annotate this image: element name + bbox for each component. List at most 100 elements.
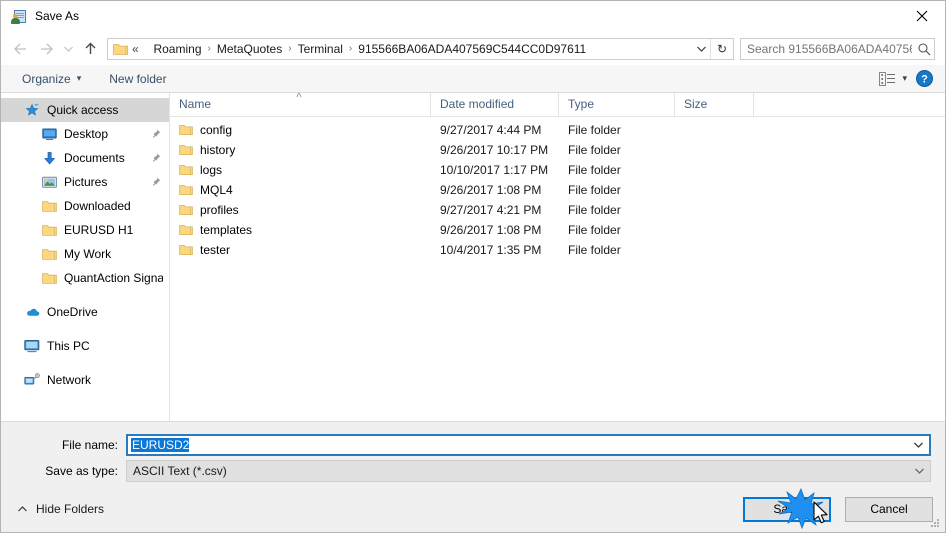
sidebar-item-label: EURUSD H1 (64, 223, 134, 237)
search-box[interactable] (740, 37, 935, 60)
table-row[interactable]: profiles 9/27/2017 4:21 PM File folder (170, 200, 945, 220)
close-button[interactable] (899, 1, 945, 31)
sidebar-item-eurusd-h1[interactable]: EURUSD H1 (1, 218, 169, 242)
hide-folders-label: Hide Folders (36, 502, 105, 516)
dialog-footer: Hide Folders Save Cancel (1, 486, 945, 532)
file-date-cell: 9/26/2017 1:08 PM (440, 223, 542, 237)
table-row[interactable]: tester 10/4/2017 1:35 PM File folder (170, 240, 945, 260)
save-button[interactable]: Save (743, 496, 831, 522)
column-header-name[interactable]: ˄ Name (170, 93, 431, 116)
sidebar-item-label: Pictures (64, 175, 108, 189)
save-form: File name: EURUSD2 Save as type: ASCII T… (1, 421, 945, 486)
breadcrumb-dropdown-button[interactable] (692, 39, 710, 59)
resize-grip-icon[interactable] (931, 519, 941, 529)
sidebar-item-this-pc[interactable]: This PC (1, 334, 169, 358)
folder-icon (179, 224, 193, 236)
cancel-button-label: Cancel (870, 502, 908, 516)
window-title: Save As (35, 9, 80, 23)
save-as-type-label: Save as type: (45, 464, 118, 478)
change-view-button[interactable]: ▾ (875, 70, 911, 88)
pin-icon[interactable] (149, 153, 163, 164)
file-name-label: templates (200, 223, 253, 237)
file-type-cell: File folder (568, 123, 621, 137)
star-pin-icon (24, 102, 40, 118)
sidebar-item-label: Documents (64, 151, 125, 165)
sidebar-item-quick-access[interactable]: Quick access (1, 98, 169, 122)
save-as-dialog: Save As « Roaming › MetaQuotes › Termina… (0, 0, 946, 533)
breadcrumb-separator: › (207, 43, 211, 54)
file-type-cell: File folder (568, 183, 621, 197)
sidebar-item-my-work[interactable]: My Work (1, 242, 169, 266)
breadcrumb-item-roaming[interactable]: Roaming (151, 42, 203, 56)
file-name-label: history (200, 143, 236, 157)
save-as-type-select[interactable]: ASCII Text (*.csv) (126, 460, 931, 482)
breadcrumb-item-instance[interactable]: 915566BA06ADA407569C544CC0D97611 (356, 42, 588, 56)
file-type-cell: File folder (568, 163, 621, 177)
search-icon (914, 42, 934, 56)
sidebar-item-desktop[interactable]: Desktop (1, 122, 169, 146)
file-name-input[interactable]: EURUSD2 (126, 434, 931, 456)
column-header-label: Name (179, 97, 212, 111)
folder-icon (41, 222, 57, 238)
sort-ascending-icon: ˄ (296, 93, 302, 101)
table-row[interactable]: config 9/27/2017 4:44 PM File folder (170, 120, 945, 140)
sidebar-item-documents[interactable]: Documents (1, 146, 169, 170)
save-button-label: Save (773, 502, 801, 516)
file-size-cell (675, 200, 754, 220)
onedrive-icon (24, 304, 40, 320)
pin-icon[interactable] (149, 129, 163, 140)
breadcrumb-item-terminal[interactable]: Terminal (296, 42, 345, 56)
column-header-label: Date modified (440, 97, 515, 111)
sidebar-item-quantaction-signal[interactable]: QuantAction Signal (1, 266, 169, 290)
chevron-down-icon (914, 468, 924, 474)
new-folder-button[interactable]: New folder (102, 69, 173, 89)
table-row[interactable]: logs 10/10/2017 1:17 PM File folder (170, 160, 945, 180)
breadcrumb-overflow[interactable]: « (131, 42, 141, 56)
folder-icon (179, 184, 193, 196)
sidebar-item-onedrive[interactable]: OneDrive (1, 300, 169, 324)
file-size-cell (675, 240, 754, 260)
table-row[interactable]: templates 9/26/2017 1:08 PM File folder (170, 220, 945, 240)
sidebar-item-label: Quick access (47, 103, 119, 117)
sidebar-item-pictures[interactable]: Pictures (1, 170, 169, 194)
sidebar-item-network[interactable]: Network (1, 368, 169, 392)
refresh-button[interactable]: ↻ (710, 38, 733, 59)
file-size-cell (675, 180, 754, 200)
hide-folders-button[interactable]: Hide Folders (11, 502, 104, 516)
up-arrow-icon (85, 42, 95, 54)
forward-button[interactable] (33, 37, 59, 61)
new-folder-label: New folder (109, 71, 167, 86)
breadcrumb-item-metaquotes[interactable]: MetaQuotes (215, 42, 284, 56)
sidebar-item-downloaded[interactable]: Downloaded (1, 194, 169, 218)
folder-icon (113, 43, 128, 55)
file-date-cell: 9/26/2017 10:17 PM (440, 143, 549, 157)
search-input[interactable] (741, 41, 914, 56)
column-header-date-modified[interactable]: Date modified (431, 93, 559, 116)
pin-icon[interactable] (149, 177, 163, 188)
cancel-button[interactable]: Cancel (845, 496, 933, 522)
breadcrumb-bar[interactable]: « Roaming › MetaQuotes › Terminal › 9155… (107, 37, 734, 60)
column-header-type[interactable]: Type (559, 93, 675, 116)
file-name-cell: tester (170, 240, 431, 260)
breadcrumb-separator: › (348, 43, 353, 54)
file-type-cell: File folder (568, 243, 621, 257)
back-arrow-icon (13, 43, 26, 54)
organize-button[interactable]: Organize ▾ (15, 69, 88, 89)
column-header-size[interactable]: Size (675, 93, 754, 116)
network-icon (24, 372, 40, 388)
organize-label: Organize (22, 71, 71, 86)
folder-icon (41, 246, 57, 262)
file-date-cell: 9/27/2017 4:21 PM (440, 203, 542, 217)
up-button[interactable] (77, 37, 103, 61)
chevron-up-icon (18, 506, 27, 512)
file-type-cell: File folder (568, 143, 621, 157)
help-button[interactable]: ? (911, 68, 937, 90)
table-row[interactable]: history 9/26/2017 10:17 PM File folder (170, 140, 945, 160)
table-row[interactable]: MQL4 9/26/2017 1:08 PM File folder (170, 180, 945, 200)
save-as-type-dropdown-button[interactable] (908, 467, 930, 475)
file-name-label: logs (200, 163, 223, 177)
desktop-icon (41, 126, 57, 142)
file-name-dropdown-button[interactable] (907, 441, 929, 449)
recent-locations-button[interactable] (59, 37, 77, 61)
back-button[interactable] (7, 37, 33, 61)
